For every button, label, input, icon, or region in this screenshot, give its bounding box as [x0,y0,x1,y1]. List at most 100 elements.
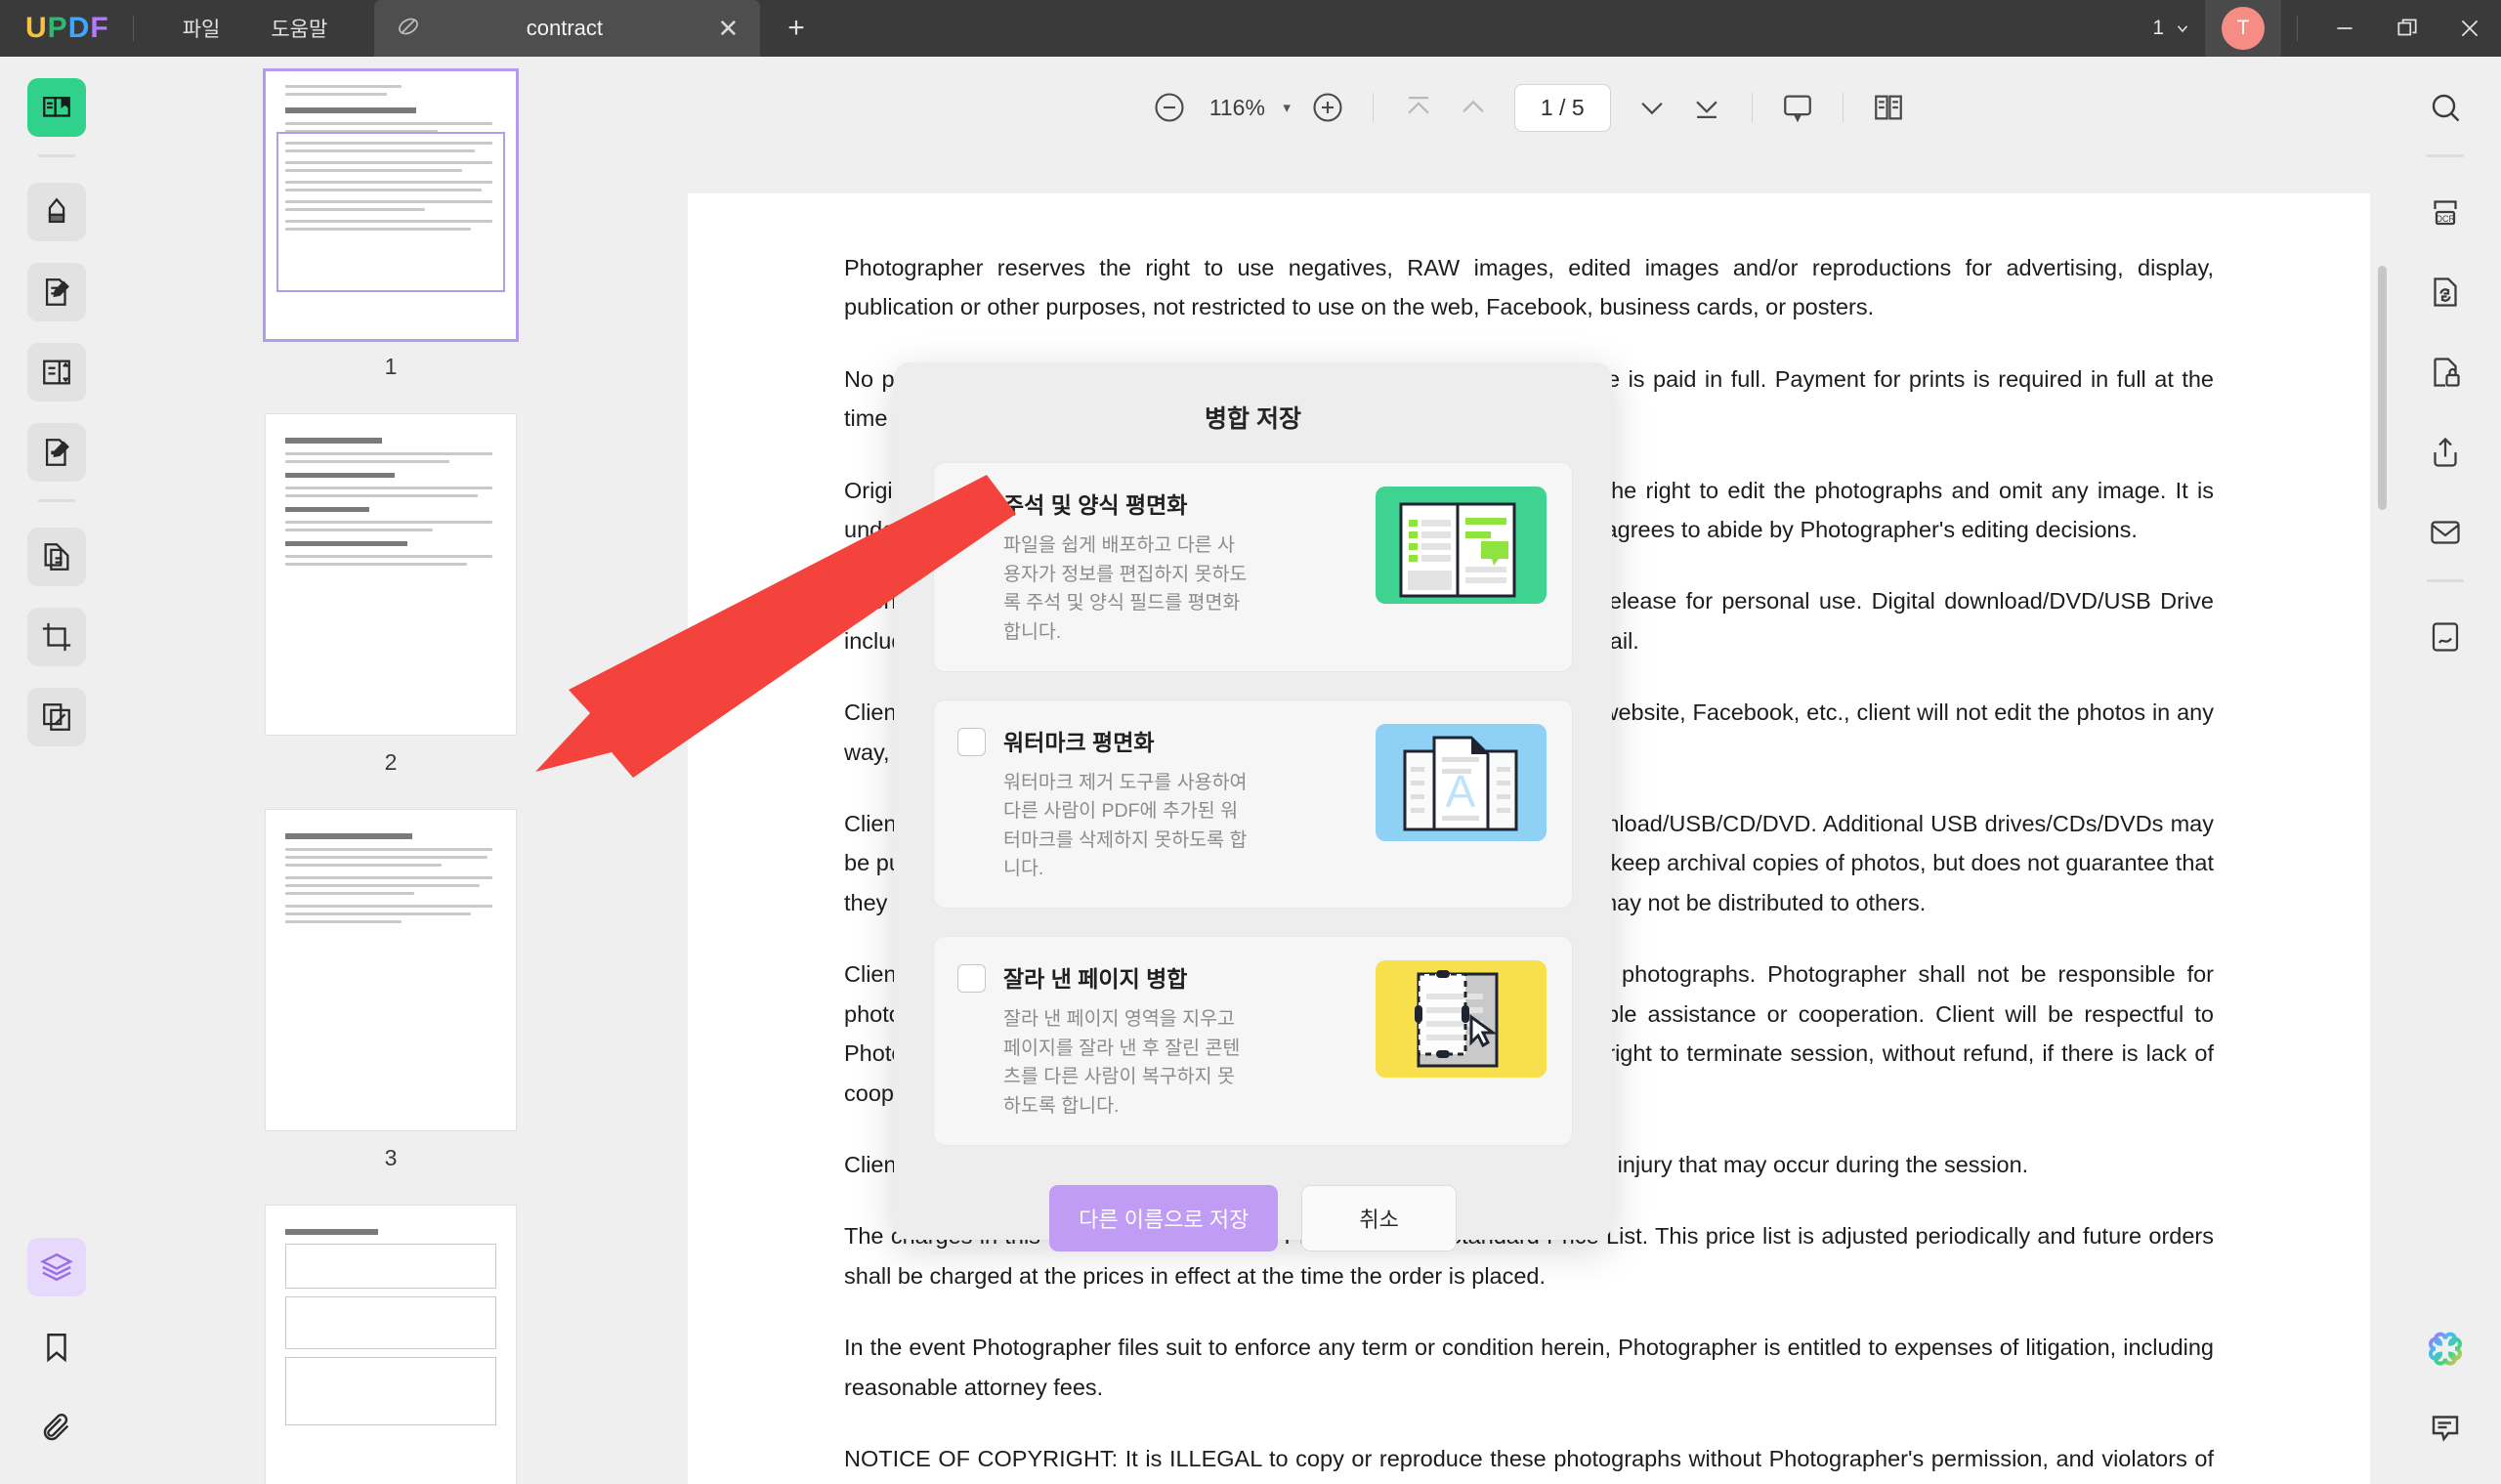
thumbnail-item[interactable]: 2 [112,413,669,809]
zoom-level-value[interactable]: 116% [1197,95,1277,121]
avatar: T [2222,7,2265,50]
logo-letter-f: F [90,12,109,44]
option-flatten-annotations[interactable]: ✓ 주석 및 양식 평면화 파일을 쉽게 배포하고 다른 사용자가 정보를 편집… [933,462,1573,672]
save-as-button[interactable]: 다른 이름으로 저장 [1049,1184,1279,1251]
tool-share[interactable] [2416,423,2475,482]
first-page-button[interactable] [1391,80,1446,135]
thumbnail-label: 3 [384,1145,398,1170]
thumbnail-item[interactable]: 1 [112,68,669,413]
zoom-out-button[interactable] [1142,80,1197,135]
doc-paragraph: NOTICE OF COPYRIGHT: It is ILLEGAL to co… [844,1445,2214,1471]
file-convert-icon [2433,277,2457,307]
chevron-down-icon [1640,102,1663,115]
tool-comment[interactable] [2416,1398,2475,1457]
close-window-button[interactable] [2438,0,2501,57]
option-description: 파일을 쉽게 배포하고 다른 사용자가 정보를 편집하지 못하도록 주석 및 양… [1003,534,1248,643]
tool-ocr[interactable]: OCR [2416,183,2475,241]
thumbnail-panel[interactable]: 1 2 3 [112,57,669,1484]
window-count-dropdown[interactable]: 1 [2139,17,2205,40]
sidebar-item-page-edit[interactable] [26,343,86,402]
document-tab-contract[interactable]: contract ✕ [374,0,761,57]
thumbnail-page-3[interactable] [265,809,517,1131]
page-indicator[interactable]: 1 / 5 [1513,83,1611,132]
tool-ai-assistant[interactable] [2416,1318,2475,1377]
highlighter-icon [48,197,64,224]
sidebar-item-crop[interactable] [26,608,86,666]
sidebar-item-bookmark[interactable] [27,1318,86,1377]
chevron-down-icon[interactable]: ▾ [1283,99,1291,116]
tool-signature[interactable] [2416,608,2475,666]
option-description: 워터마크 제거 도구를 사용하여 다른 사람이 PDF에 추가된 워터마크를 삭… [1003,771,1248,880]
right-rail-divider-2 [2426,579,2464,582]
presentation-mode-button[interactable] [1770,80,1825,135]
tool-convert[interactable] [2416,263,2475,321]
rail-divider-2 [37,499,75,502]
thumbnail-label: 2 [384,749,398,775]
option-title: 잘라 낸 페이지 병합 [1003,966,1188,992]
updf-logo: U P D F [25,12,109,45]
vertical-scrollbar[interactable] [2378,266,2387,510]
close-icon[interactable]: ✕ [718,16,740,41]
zoom-out-icon [1155,93,1184,122]
menu-file[interactable]: 파일 [157,0,246,57]
left-toolbar-rail [0,57,112,1484]
sidebar-item-compare[interactable] [26,688,86,746]
watermark-illustration: A [1376,723,1547,841]
sidebar-item-attachment[interactable] [27,1398,86,1457]
next-page-button[interactable] [1625,80,1679,135]
close-icon [2461,20,2479,37]
right-rail-divider [2426,154,2464,157]
window-controls-divider [2297,16,2298,41]
checkbox-flatten-watermark[interactable] [957,727,986,756]
option-text: 잘라 낸 페이지 병합 잘라 낸 페이지 영역을 지우고 페이지를 잘라 낸 후… [1003,960,1358,1122]
ai-flower-icon [2428,1332,2462,1366]
form-field-icon [45,439,69,466]
watermark-art: A [1403,736,1518,830]
menu-help[interactable]: 도움말 [245,0,353,57]
view-toolbar: 116% ▾ 1 / 5 [669,57,2389,158]
option-merge-cropped-pages[interactable]: 잘라 낸 페이지 병합 잘라 낸 페이지 영역을 지우고 페이지를 잘라 낸 후… [933,936,1573,1146]
last-page-button[interactable] [1679,80,1734,135]
maximize-button[interactable] [2376,0,2438,57]
crop-icon [42,622,70,652]
sidebar-item-form[interactable] [26,423,86,482]
page-layout-button[interactable] [1861,80,1916,135]
toolbar-divider-3 [1842,93,1844,122]
checkbox-flatten-annotations[interactable]: ✓ [957,490,986,519]
new-tab-button[interactable]: + [787,14,805,43]
book-reader-icon [42,96,70,117]
previous-page-button[interactable] [1446,80,1501,135]
edit-document-icon [45,278,69,306]
sidebar-item-reader[interactable] [26,78,86,137]
thumbnail-item[interactable]: 4 [112,1205,669,1484]
tool-protect[interactable] [2416,343,2475,402]
tool-search[interactable] [2416,78,2475,137]
sidebar-item-annotate[interactable] [26,183,86,241]
logo-letter-u: U [25,12,48,44]
thumbnail-item[interactable]: 3 [112,809,669,1205]
thumbnail-page-4[interactable] [265,1205,517,1484]
signature-icon [2432,622,2458,652]
titlebar-divider [132,16,134,41]
tool-email[interactable] [2416,503,2475,562]
comment-bubble-icon [2432,1416,2458,1442]
checkbox-merge-cropped-pages[interactable] [957,964,986,993]
minimize-button[interactable] [2313,0,2376,57]
thumbnail-page-2[interactable] [265,413,517,736]
zoom-in-button[interactable] [1300,80,1355,135]
crop-page-illustration [1376,960,1547,1078]
option-flatten-watermark[interactable]: 워터마크 평면화 워터마크 제거 도구를 사용하여 다른 사람이 PDF에 추가… [933,699,1573,909]
paperclip-icon [43,1414,68,1441]
sidebar-item-edit-pdf[interactable] [26,263,86,321]
avatar-container[interactable]: T [2205,0,2281,57]
option-text: 주석 및 양식 평면화 파일을 쉽게 배포하고 다른 사용자가 정보를 편집하지… [1003,487,1358,648]
sidebar-item-layers[interactable] [26,1238,86,1296]
title-bar: U P D F 파일 도움말 contract ✕ + 1 T [0,0,2501,57]
cancel-button[interactable]: 취소 [1301,1184,1457,1251]
thumbnail-label: 1 [384,354,398,379]
copy-pages-icon [44,543,68,571]
dialog-content: 병합 저장 ✓ 주석 및 양식 평면화 파일을 쉽게 배포하고 다른 사용자가 … [894,362,1612,1251]
rail-divider [37,154,75,157]
sidebar-item-convert[interactable] [26,528,86,586]
thumbnail-page-1[interactable] [263,68,519,342]
